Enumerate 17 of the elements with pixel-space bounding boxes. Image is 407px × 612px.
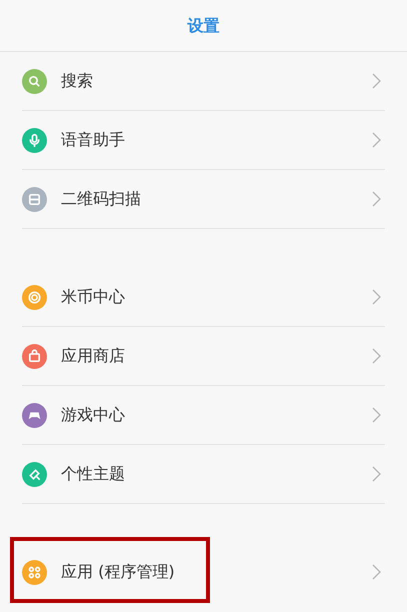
chevron-icon [372,564,381,580]
chevron-icon [372,407,381,423]
settings-row[interactable]: 搜索 [0,52,407,110]
settings-row[interactable]: 应用商店 [0,327,407,385]
settings-row[interactable]: 语音助手 [0,111,407,169]
chevron-icon [372,466,381,482]
settings-row[interactable]: 米币中心 [0,268,407,326]
chevron-icon [372,348,381,364]
settings-row[interactable]: 应用 (程序管理) [0,543,407,601]
settings-row[interactable]: 游戏中心 [0,386,407,444]
settings-row[interactable]: 二维码扫描 [0,170,407,228]
chevron-icon [372,191,381,207]
chevron-icon [372,289,381,305]
chevron-icon [372,132,381,148]
page-title: 设置 [188,14,220,36]
chevron-icon [372,73,381,89]
settings-row[interactable]: 个性主题 [0,445,407,503]
